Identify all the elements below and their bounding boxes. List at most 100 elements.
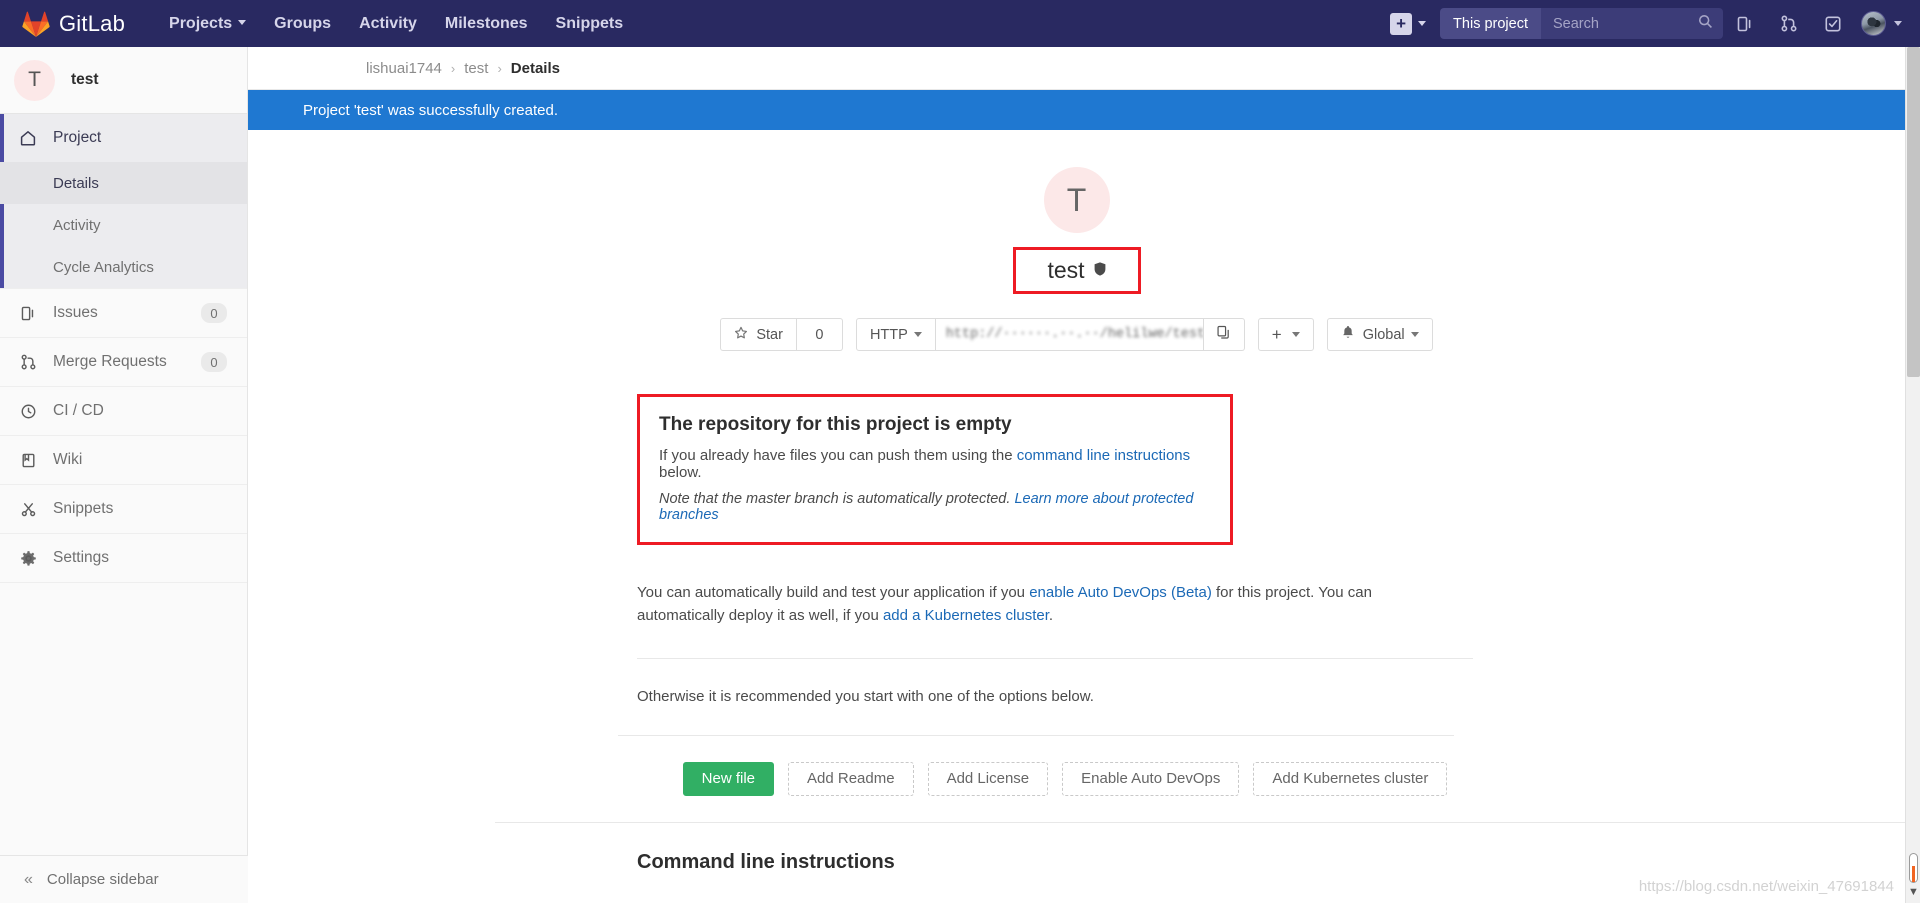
chevron-down-icon — [913, 332, 922, 337]
sidebar-section-issues: Issues 0 — [0, 289, 247, 338]
sidebar-item-wiki-label: Wiki — [53, 451, 83, 468]
gitlab-logo-link[interactable]: GitLab — [22, 11, 125, 37]
merge-request-icon[interactable] — [1767, 0, 1811, 47]
clone-protocol-dropdown[interactable]: HTTP — [855, 318, 936, 351]
copy-icon — [1216, 325, 1231, 345]
sidebar-section-snippets: Snippets — [0, 485, 247, 534]
breadcrumb-owner[interactable]: lishuai1744 — [366, 60, 442, 77]
search-scope-button[interactable]: This project — [1440, 8, 1541, 39]
divider — [618, 734, 1454, 736]
user-menu[interactable] — [1861, 11, 1902, 36]
empty-repository-notice: The repository for this project is empty… — [637, 394, 1233, 545]
sidebar-item-issues-label: Issues — [53, 304, 98, 321]
flash-success-message: Project 'test' was successfully created. — [248, 90, 1905, 130]
search-bar[interactable]: This project Search — [1440, 8, 1723, 39]
star-count: 0 — [796, 318, 843, 351]
breadcrumb-current-page: Details — [510, 59, 560, 77]
sidebar-item-cycle-analytics[interactable]: Cycle Analytics — [0, 246, 247, 288]
add-license-button[interactable]: Add License — [927, 761, 1049, 796]
nav-link-projects[interactable]: Projects — [155, 0, 260, 47]
project-avatar: T — [1043, 167, 1110, 233]
sidebar-item-snippets[interactable]: Snippets — [0, 485, 247, 533]
sidebar-section-wiki: Wiki — [0, 436, 247, 485]
breadcrumb: lishuai1744 › test › Details — [248, 47, 1905, 90]
sidebar-section-cicd: CI / CD — [0, 387, 247, 436]
add-to-project-dropdown[interactable]: + — [1257, 318, 1314, 351]
chevron-down-icon — [1291, 332, 1300, 337]
project-body: The repository for this project is empty… — [495, 394, 1905, 903]
sidebar-item-issues[interactable]: Issues 0 — [0, 289, 247, 337]
breadcrumb-separator-icon: › — [497, 60, 502, 76]
star-button-group: Star 0 — [720, 318, 843, 351]
scissors-icon — [17, 501, 39, 518]
plus-icon: + — [1271, 325, 1282, 344]
bell-icon — [1341, 325, 1355, 344]
project-title-highlight-box: test — [1012, 247, 1141, 294]
nav-link-activity[interactable]: Activity — [345, 0, 431, 47]
sidebar-item-merge-requests[interactable]: Merge Requests 0 — [0, 338, 247, 386]
command-line-instructions-heading: Command line instructions — [637, 850, 895, 873]
clone-protocol-label: HTTP — [869, 326, 908, 343]
sidebar-project-avatar: T — [14, 59, 55, 101]
main-nav-links: Projects Groups Activity Milestones Snip… — [155, 0, 637, 47]
page-scrollbar[interactable]: ▼ — [1905, 47, 1920, 903]
new-item-dropdown[interactable]: + — [1390, 12, 1427, 35]
add-kubernetes-cluster-button[interactable]: Add Kubernetes cluster — [1253, 761, 1448, 796]
command-line-instructions-link[interactable]: command line instructions — [1017, 447, 1190, 464]
scrollbar-thumb[interactable] — [1907, 47, 1920, 377]
book-icon — [17, 452, 39, 469]
nav-link-groups[interactable]: Groups — [260, 0, 345, 47]
divider — [495, 821, 1905, 823]
gear-icon — [17, 550, 39, 567]
empty-repo-heading: The repository for this project is empty — [659, 414, 1012, 435]
enable-auto-devops-link[interactable]: enable Auto DevOps (Beta) — [1029, 584, 1212, 601]
add-readme-button[interactable]: Add Readme — [788, 761, 914, 796]
devops-text-3: . — [1048, 607, 1054, 625]
todos-checkbox-icon[interactable] — [1811, 0, 1855, 47]
option-buttons-row: New file Add Readme Add License Enable A… — [637, 761, 1535, 796]
gitlab-brand-name: GitLab — [59, 10, 126, 36]
breadcrumb-separator-icon: › — [450, 60, 456, 76]
protected-branch-note: Note that the master branch is automatic… — [659, 491, 1211, 523]
shield-private-icon — [1094, 261, 1106, 280]
copy-url-button[interactable] — [1203, 318, 1245, 351]
sidebar-item-project[interactable]: Project — [0, 114, 247, 162]
watermark-text: https://blog.csdn.net/weixin_47691844 — [1638, 878, 1894, 895]
sidebar-item-settings[interactable]: Settings — [0, 534, 247, 582]
sidebar-item-activity[interactable]: Activity — [0, 204, 247, 246]
sidebar-section-settings: Settings — [0, 534, 247, 583]
clone-url-group: HTTP http://······.··.··/helilwe/test — [855, 318, 1245, 351]
sidebar-item-details[interactable]: Details — [0, 162, 247, 204]
collapse-sidebar-button[interactable]: « Collapse sidebar — [0, 855, 248, 903]
sidebar-item-wiki[interactable]: Wiki — [0, 436, 247, 484]
breadcrumb-project[interactable]: test — [464, 60, 488, 77]
user-avatar — [1861, 11, 1886, 36]
devops-text-1: You can automatically build and test you… — [637, 584, 1030, 601]
top-navigation-bar: GitLab Projects Groups Activity Mileston… — [0, 0, 1920, 47]
enable-auto-devops-button[interactable]: Enable Auto DevOps — [1062, 761, 1240, 796]
sidebar-item-project-label: Project — [53, 129, 102, 146]
double-chevron-left-icon: « — [24, 870, 33, 888]
new-file-button[interactable]: New file — [682, 761, 775, 796]
issues-icon — [17, 305, 39, 322]
search-icon — [1698, 14, 1713, 34]
clone-url-input[interactable]: http://······.··.··/helilwe/test — [935, 318, 1204, 351]
empty-repo-instructions: If you already have files you can push t… — [659, 447, 1211, 481]
search-placeholder: Search — [1553, 15, 1599, 32]
project-title-text: test — [1047, 257, 1085, 283]
plus-icon: + — [1390, 12, 1413, 35]
nav-link-snippets[interactable]: Snippets — [542, 0, 638, 47]
sidebar-project-header[interactable]: T test — [0, 47, 247, 114]
empty-repo-text-after: below. — [659, 464, 702, 481]
sidebar-item-ci-cd[interactable]: CI / CD — [0, 387, 247, 435]
star-button[interactable]: Star — [720, 318, 797, 351]
issues-icon[interactable] — [1723, 0, 1767, 47]
scroll-down-arrow-icon[interactable]: ▼ — [1906, 883, 1920, 901]
clone-url-value: http://······.··.··/helilwe/test — [945, 327, 1204, 342]
sidebar-item-merge-requests-label: Merge Requests — [53, 353, 167, 370]
search-input[interactable]: Search — [1541, 8, 1723, 39]
page-title: test — [1047, 257, 1105, 284]
nav-link-milestones[interactable]: Milestones — [431, 0, 542, 47]
add-kubernetes-cluster-link[interactable]: add a Kubernetes cluster — [883, 607, 1049, 624]
notification-settings-dropdown[interactable]: Global — [1326, 318, 1433, 351]
